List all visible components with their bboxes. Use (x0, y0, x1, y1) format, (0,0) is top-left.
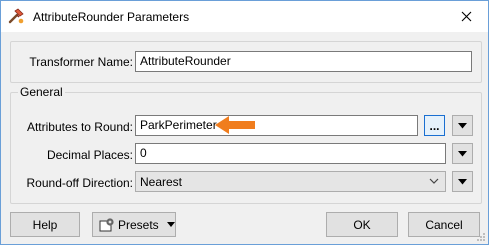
window-title: AttributeRounder Parameters (33, 10, 190, 24)
attributes-browse-button[interactable]: ... (424, 115, 445, 136)
presets-button[interactable]: Presets (92, 212, 176, 237)
attributes-to-round-input[interactable]: ParkPerimeter (135, 115, 418, 136)
close-icon (461, 11, 471, 22)
round-off-direction-value: Nearest (140, 175, 183, 189)
transformer-name-label: Transformer Name: (29, 55, 133, 69)
transformer-name-input[interactable]: AttributeRounder (135, 51, 472, 72)
general-legend: General (18, 85, 65, 99)
cancel-button[interactable]: Cancel (408, 212, 480, 237)
title-bar: AttributeRounder Parameters (1, 1, 488, 32)
general-group: General Attributes to Round: ParkPerimet… (10, 85, 482, 204)
triangle-down-icon (458, 178, 467, 184)
attributes-to-round-label: Attributes to Round: (26, 120, 133, 134)
annotation-arrow-icon (215, 116, 255, 134)
resize-grip-icon[interactable] (476, 232, 486, 242)
transformer-icon (8, 8, 25, 25)
triangle-down-icon (458, 150, 467, 156)
decimal-places-label: Decimal Places: (46, 148, 133, 162)
round-off-direction-select[interactable]: Nearest (135, 171, 446, 192)
close-button[interactable] (444, 1, 488, 32)
chevron-down-icon (429, 178, 439, 184)
triangle-down-icon (458, 122, 467, 128)
round-off-direction-label: Round-off Direction: (26, 176, 134, 190)
attributes-menu-button[interactable] (452, 115, 473, 136)
presets-label: Presets (118, 217, 159, 232)
ok-button[interactable]: OK (326, 212, 398, 237)
decimal-places-input[interactable]: 0 (135, 143, 446, 164)
transformer-name-group: Transformer Name: AttributeRounder (10, 41, 482, 83)
triangle-down-icon (166, 222, 175, 227)
help-button[interactable]: Help (10, 212, 80, 237)
decimal-places-menu-button[interactable] (452, 143, 473, 164)
dialog-window: AttributeRounder Parameters Transformer … (0, 0, 489, 245)
presets-gear-icon (99, 217, 114, 231)
round-off-direction-menu-button[interactable] (452, 171, 473, 192)
